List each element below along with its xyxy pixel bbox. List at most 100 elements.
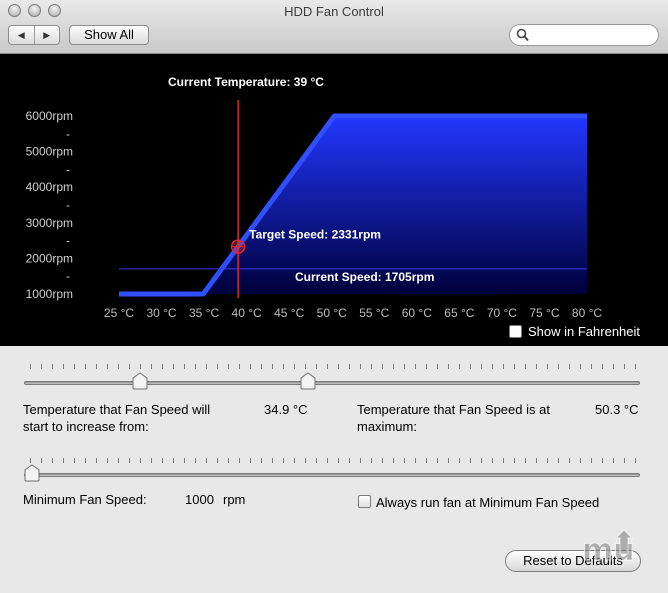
slider-tick [41,458,42,463]
x-tick-label: 80 °C [572,306,602,320]
slider-tick [316,458,317,463]
slider-tick [613,364,614,369]
slider-tick [294,458,295,463]
slider-tick [514,364,515,369]
slider-tick [162,458,163,463]
show-fahrenheit-checkbox[interactable] [509,325,522,338]
slider-tick [173,364,174,369]
slider-tick [547,458,548,463]
temp-max-label: Temperature that Fan Speed is at maximum… [357,402,550,434]
slider-tick [591,364,592,369]
slider-tick [118,458,119,463]
slider-tick [492,458,493,463]
slider-tick [96,458,97,463]
slider-tick [602,364,603,369]
slider-tick [635,458,636,463]
slider-tick [448,458,449,463]
slider-tick [151,458,152,463]
slider-tick [30,458,31,463]
slider-tick [283,458,284,463]
slider-tick [283,364,284,369]
slider-tick [635,364,636,369]
slider-tick [261,458,262,463]
slider-tick [129,458,130,463]
slider-tick [624,364,625,369]
slider-tick [96,364,97,369]
slider-tick [195,364,196,369]
slider-tick [591,458,592,463]
current-speed-label: Current Speed: 1705rpm [295,270,434,284]
slider-tick [426,364,427,369]
slider-tick [107,364,108,369]
x-tick-label: 60 °C [402,306,432,320]
slider-tick [536,458,537,463]
slider-tick [492,364,493,369]
temperature-slider-track[interactable] [24,381,640,385]
slider-tick [107,458,108,463]
slider-tick [404,458,405,463]
current-temperature-label: Current Temperature: 39 °C [168,75,324,89]
slider-tick [338,458,339,463]
slider-tick [437,364,438,369]
slider-tick [41,364,42,369]
slider-tick [52,458,53,463]
slider-tick [140,364,141,369]
temp-start-slider-thumb[interactable] [132,372,148,390]
back-button[interactable]: ◀ [9,26,35,44]
search-input[interactable] [532,27,656,43]
slider-tick [316,364,317,369]
show-all-button[interactable]: Show All [69,25,149,45]
slider-tick [558,458,559,463]
slider-tick [580,364,581,369]
slider-tick [393,458,394,463]
slider-tick [228,364,229,369]
x-tick-label: 35 °C [189,306,219,320]
slider-tick [415,458,416,463]
slider-tick [349,364,350,369]
temperature-slider-ticks [30,364,636,370]
fan-speed-slider-track[interactable] [24,473,640,477]
fan-curve-area [119,116,587,294]
slider-tick [206,458,207,463]
slider-tick [624,458,625,463]
slider-tick [503,364,504,369]
slider-tick [151,364,152,369]
slider-tick [470,458,471,463]
slider-tick [294,364,295,369]
slider-tick [250,458,251,463]
y-tick-label: 2000rpm [26,251,73,265]
slider-tick [382,458,383,463]
min-fan-speed-slider-thumb[interactable] [24,464,40,482]
always-min-speed-checkbox[interactable] [358,495,371,508]
slider-tick [305,458,306,463]
slider-tick [272,458,273,463]
forward-button[interactable]: ▶ [35,26,60,44]
slider-tick [184,364,185,369]
slider-tick [448,364,449,369]
x-tick-label: 50 °C [317,306,347,320]
temp-max-slider-thumb[interactable] [300,372,316,390]
slider-tick [30,364,31,369]
slider-tick [228,458,229,463]
search-field[interactable] [509,24,659,46]
slider-tick [558,364,559,369]
back-forward-control: ◀ ▶ [8,25,60,45]
slider-tick [63,364,64,369]
slider-tick [382,364,383,369]
temp-start-value: 34.9 °C [264,402,308,417]
slider-tick [239,458,240,463]
y-tick-label: 4000rpm [26,180,73,194]
y-tick-label: 5000rpm [26,145,73,159]
slider-tick [393,364,394,369]
slider-tick [360,458,361,463]
slider-tick [371,458,372,463]
x-tick-label: 75 °C [529,306,559,320]
temp-max-value: 50.3 °C [595,402,639,417]
slider-tick [415,364,416,369]
always-min-speed-label: Always run fan at Minimum Fan Speed [376,495,600,510]
x-tick-label: 70 °C [487,306,517,320]
y-minor-tick: - [66,162,70,176]
slider-tick [525,458,526,463]
slider-tick [184,458,185,463]
slider-tick [481,364,482,369]
